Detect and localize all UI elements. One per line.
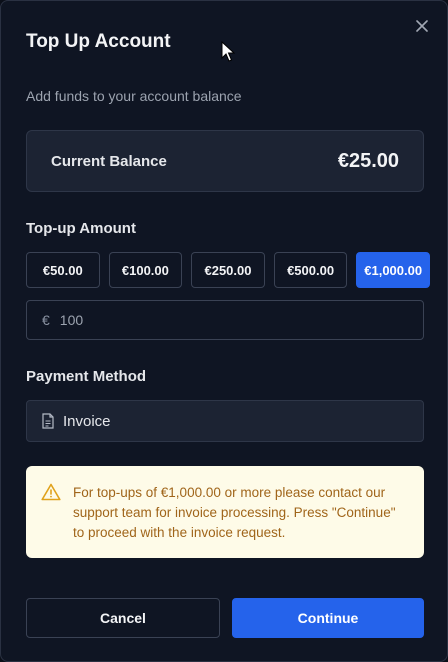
- mouse-cursor-icon: [221, 41, 235, 62]
- amount-option-1000[interactable]: €1,000.00: [356, 252, 430, 288]
- current-balance-card: Current Balance €25.00: [26, 130, 424, 192]
- amount-option-500[interactable]: €500.00: [273, 252, 348, 288]
- currency-symbol: €: [42, 312, 50, 328]
- amount-option-50[interactable]: €50.00: [26, 252, 100, 288]
- payment-method-label: Payment Method: [26, 368, 147, 385]
- cancel-button[interactable]: Cancel: [26, 598, 220, 638]
- amount-option-250[interactable]: €250.00: [191, 252, 265, 288]
- close-button[interactable]: [413, 17, 431, 35]
- warning-message: For top-ups of €1,000.00 or more please …: [73, 485, 396, 540]
- custom-amount-field[interactable]: €: [26, 300, 424, 340]
- topup-amount-label: Top-up Amount: [26, 220, 136, 237]
- balance-label: Current Balance: [51, 152, 167, 170]
- warning-icon: [41, 483, 61, 501]
- top-up-dialog: Top Up Account Add funds to your account…: [0, 0, 448, 662]
- invoice-warning-alert: For top-ups of €1,000.00 or more please …: [26, 466, 424, 558]
- continue-button[interactable]: Continue: [232, 598, 424, 638]
- amount-option-100[interactable]: €100.00: [108, 252, 183, 288]
- document-icon: [42, 413, 54, 429]
- dialog-subtitle: Add funds to your account balance: [26, 88, 242, 104]
- payment-method-value: Invoice: [63, 412, 111, 430]
- close-icon: [416, 20, 428, 32]
- custom-amount-input[interactable]: [59, 312, 390, 328]
- dialog-title: Top Up Account: [26, 31, 171, 52]
- balance-value: €25.00: [337, 149, 399, 172]
- payment-method-select[interactable]: Invoice: [26, 400, 424, 442]
- amount-options: €50.00 €100.00 €250.00 €500.00 €1,000.00: [26, 252, 430, 288]
